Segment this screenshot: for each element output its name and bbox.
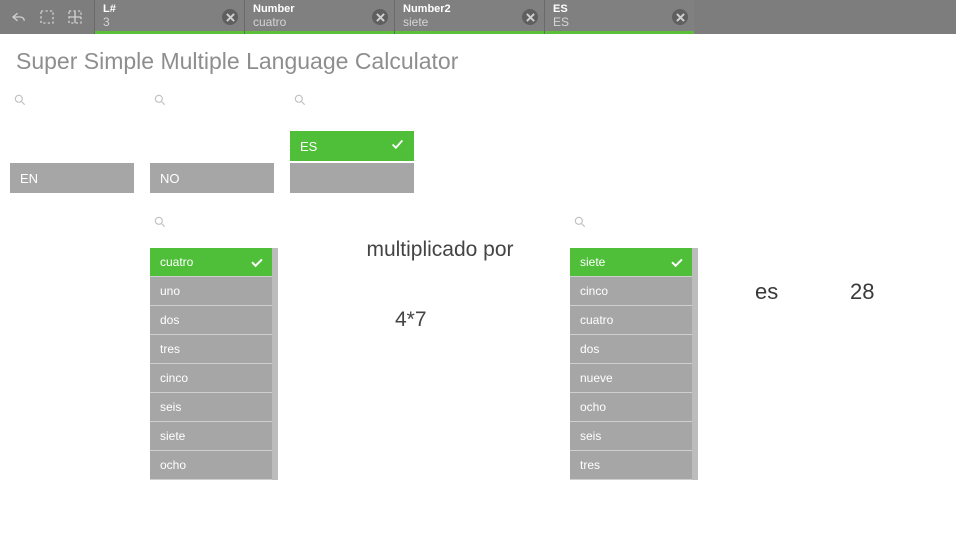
- filter-tab-number[interactable]: Number cuatro: [244, 0, 394, 34]
- filter-tab-lnum[interactable]: L# 3: [94, 0, 244, 34]
- list-item[interactable]: ocho: [150, 451, 278, 480]
- list-item[interactable]: cinco: [150, 364, 278, 393]
- list-item[interactable]: tres: [150, 335, 278, 364]
- expression-text: 4*7: [395, 308, 427, 332]
- filter-label: Number2: [403, 4, 518, 15]
- list-item-label: siete: [160, 429, 185, 443]
- list-item[interactable]: dos: [150, 306, 278, 335]
- list-item[interactable]: seis: [570, 422, 698, 451]
- close-icon[interactable]: [522, 9, 538, 25]
- search-icon[interactable]: [153, 93, 167, 107]
- toolbar-fill: [694, 0, 956, 34]
- lang-label: EN: [20, 171, 38, 186]
- filter-label: ES: [553, 4, 668, 15]
- list-item-label: tres: [580, 458, 600, 472]
- filter-label: Number: [253, 4, 368, 15]
- lang-option-en[interactable]: EN: [10, 163, 134, 193]
- selection-clear-icon[interactable]: [36, 6, 58, 28]
- close-icon[interactable]: [372, 9, 388, 25]
- close-icon[interactable]: [672, 9, 688, 25]
- list-item-label: nueve: [580, 371, 613, 385]
- filter-value: 3: [103, 15, 218, 29]
- search-icon[interactable]: [13, 93, 27, 107]
- filter-value: cuatro: [253, 15, 368, 29]
- list-item[interactable]: cinco: [570, 277, 698, 306]
- search-icon[interactable]: [573, 215, 587, 229]
- list-item-label: ocho: [580, 400, 606, 414]
- list-item-label: seis: [160, 400, 181, 414]
- undo-icon[interactable]: [8, 6, 30, 28]
- list-item-label: ocho: [160, 458, 186, 472]
- page-title: Super Simple Multiple Language Calculato…: [0, 34, 956, 93]
- list-item[interactable]: dos: [570, 335, 698, 364]
- list-item[interactable]: nueve: [570, 364, 698, 393]
- close-icon[interactable]: [222, 9, 238, 25]
- search-icon[interactable]: [153, 215, 167, 229]
- filter-label: L#: [103, 4, 218, 15]
- list-item-label: dos: [160, 313, 179, 327]
- lang-option-blank[interactable]: [290, 163, 414, 193]
- operator-label: multiplicado por: [340, 238, 540, 262]
- filter-value: siete: [403, 15, 518, 29]
- filter-tab-es[interactable]: ES ES: [544, 0, 694, 34]
- list-item[interactable]: siete: [570, 248, 698, 277]
- list-item-label: dos: [580, 342, 599, 356]
- list-item-label: tres: [160, 342, 180, 356]
- list-item[interactable]: cuatro: [570, 306, 698, 335]
- search-icon[interactable]: [293, 93, 307, 107]
- equals-word: es: [755, 279, 778, 305]
- list-item-label: uno: [160, 284, 180, 298]
- list-item[interactable]: tres: [570, 451, 698, 480]
- lang-label: NO: [160, 171, 180, 186]
- list-item[interactable]: seis: [150, 393, 278, 422]
- list-item[interactable]: cuatro: [150, 248, 278, 277]
- number-list-right: siete cinco cuatro dos nueve ocho seis t…: [570, 248, 698, 480]
- list-item[interactable]: uno: [150, 277, 278, 306]
- lang-label: ES: [300, 139, 317, 154]
- filter-value: ES: [553, 15, 668, 29]
- check-icon: [391, 138, 404, 154]
- list-item-label: siete: [580, 255, 605, 269]
- scrollbar[interactable]: [272, 248, 278, 480]
- lang-option-es[interactable]: ES: [290, 131, 414, 161]
- number-list-left: cuatro uno dos tres cinco seis siete och…: [150, 248, 278, 480]
- result-value: 28: [850, 279, 874, 305]
- list-item-label: cinco: [160, 371, 188, 385]
- toolbar-tools: [0, 0, 94, 34]
- selection-tool-icon[interactable]: [64, 6, 86, 28]
- list-item-label: cinco: [580, 284, 608, 298]
- list-item-label: cuatro: [580, 313, 613, 327]
- list-item[interactable]: siete: [150, 422, 278, 451]
- top-toolbar: L# 3 Number cuatro Number2 siete ES ES: [0, 0, 956, 34]
- scrollbar[interactable]: [692, 248, 698, 480]
- filter-tab-number2[interactable]: Number2 siete: [394, 0, 544, 34]
- list-item[interactable]: ocho: [570, 393, 698, 422]
- lang-option-no[interactable]: NO: [150, 163, 274, 193]
- list-item-label: cuatro: [160, 255, 193, 269]
- list-item-label: seis: [580, 429, 601, 443]
